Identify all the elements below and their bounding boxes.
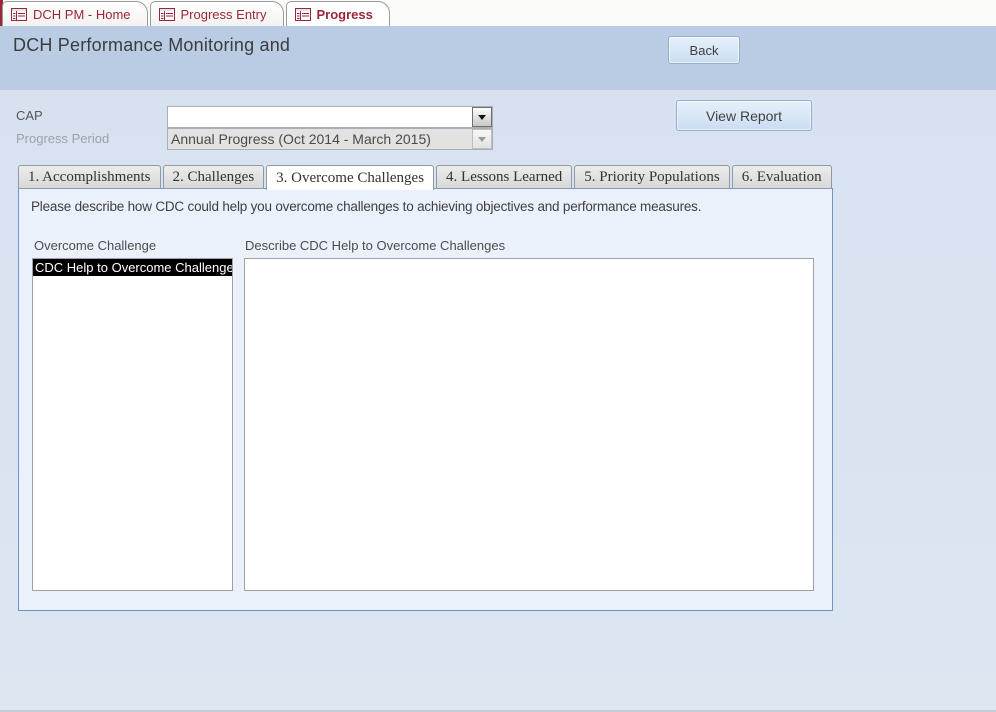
page-title: DCH Performance Monitoring and: [13, 35, 291, 55]
describe-cdc-help-label: Describe CDC Help to Overcome Challenges: [245, 238, 506, 253]
doc-tab-progress[interactable]: Progress: [285, 1, 390, 26]
doc-tab-dch-pm-home[interactable]: DCH PM - Home: [2, 1, 148, 26]
cap-combobox-dropdown-button[interactable]: [472, 107, 492, 127]
cap-combobox[interactable]: [167, 106, 493, 128]
back-button[interactable]: Back: [668, 36, 740, 64]
describe-cdc-help-textarea[interactable]: [244, 258, 814, 591]
progress-period-combobox: Annual Progress (Oct 2014 - March 2015): [167, 128, 493, 150]
section-tab-strip: 1. Accomplishments 2. Challenges 3. Over…: [18, 165, 834, 190]
list-item[interactable]: CDC Help to Overcome Challenges: [33, 259, 232, 276]
view-report-button[interactable]: View Report: [676, 100, 812, 131]
tab-overcome-challenges[interactable]: 3. Overcome Challenges: [266, 165, 435, 190]
tab-lessons-learned[interactable]: 4. Lessons Learned: [436, 165, 573, 189]
doc-tab-label: Progress Entry: [180, 6, 267, 22]
app-window: DCH PM - Home Progress Entry Progress DC…: [0, 0, 996, 712]
document-tab-bar: DCH PM - Home Progress Entry Progress: [0, 0, 996, 26]
doc-tab-label: DCH PM - Home: [33, 6, 131, 22]
tab-evaluation[interactable]: 6. Evaluation: [731, 165, 832, 189]
form-icon: [11, 7, 27, 21]
doc-tab-label: Progress: [316, 6, 373, 22]
chevron-down-icon: [478, 136, 486, 142]
tab-challenges[interactable]: 2. Challenges: [162, 165, 265, 189]
cap-label: CAP: [16, 108, 43, 123]
cap-combobox-value[interactable]: [168, 107, 472, 127]
tab-priority-populations[interactable]: 5. Priority Populations: [574, 165, 730, 189]
tab-accomplishments[interactable]: 1. Accomplishments: [18, 165, 161, 189]
doc-tab-progress-entry[interactable]: Progress Entry: [149, 1, 284, 26]
progress-period-label: Progress Period: [16, 131, 110, 146]
overcome-challenge-label: Overcome Challenge: [34, 238, 157, 253]
overcome-challenge-listbox[interactable]: CDC Help to Overcome Challenges: [32, 258, 233, 591]
instruction-text: Please describe how CDC could help you o…: [31, 199, 702, 214]
overcome-challenges-panel: Please describe how CDC could help you o…: [18, 188, 833, 611]
chevron-down-icon: [478, 114, 486, 120]
progress-period-combobox-value: Annual Progress (Oct 2014 - March 2015): [171, 131, 431, 147]
form-icon: [158, 7, 175, 21]
form-icon: [294, 7, 311, 21]
progress-period-dropdown-button: [472, 129, 492, 149]
header-band: DCH Performance Monitoring and Back: [0, 26, 996, 90]
